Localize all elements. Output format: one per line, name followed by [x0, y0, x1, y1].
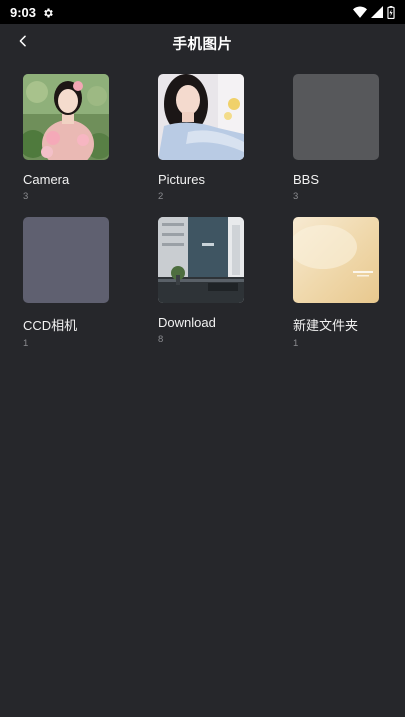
album-pictures[interactable]: Pictures 2 — [158, 74, 258, 202]
album-count: 2 — [158, 191, 164, 202]
album-name: Download — [158, 315, 216, 330]
album-name: 新建文件夹 — [293, 318, 359, 333]
album-thumbnail — [23, 217, 109, 303]
album-count: 1 — [293, 338, 299, 349]
gear-icon — [42, 6, 54, 18]
screen: 9:03 手机图片 Camera 3 Pictures 2 BBS 3 CCD相… — [0, 0, 405, 717]
album-thumbnail — [293, 74, 379, 160]
album-thumbnail — [158, 217, 244, 303]
status-icons — [353, 5, 395, 19]
album-count: 8 — [158, 334, 164, 345]
album-download[interactable]: Download 8 — [158, 217, 258, 345]
album-thumbnail — [23, 74, 109, 160]
wifi-icon — [353, 6, 367, 18]
album-count: 1 — [23, 338, 29, 349]
status-time: 9:03 — [10, 4, 37, 20]
page-title: 手机图片 — [172, 37, 233, 53]
album-bbs[interactable]: BBS 3 — [293, 74, 393, 202]
album-count: 3 — [23, 191, 29, 202]
app-bar: 手机图片 — [0, 24, 405, 62]
album-thumbnail — [293, 217, 379, 303]
album-name: Camera — [23, 172, 70, 187]
album-camera[interactable]: Camera 3 — [23, 74, 123, 202]
album-new-folder[interactable]: 新建文件夹 1 — [293, 217, 393, 349]
album-name: BBS — [293, 172, 320, 187]
signal-icon — [371, 6, 383, 18]
album-ccd-camera[interactable]: CCD相机 1 — [23, 217, 123, 349]
album-count: 3 — [293, 191, 299, 202]
album-name: CCD相机 — [23, 318, 78, 333]
album-thumbnail — [158, 74, 244, 160]
album-name: Pictures — [158, 172, 205, 187]
status-bar: 9:03 — [0, 0, 405, 24]
battery-icon — [387, 5, 395, 19]
